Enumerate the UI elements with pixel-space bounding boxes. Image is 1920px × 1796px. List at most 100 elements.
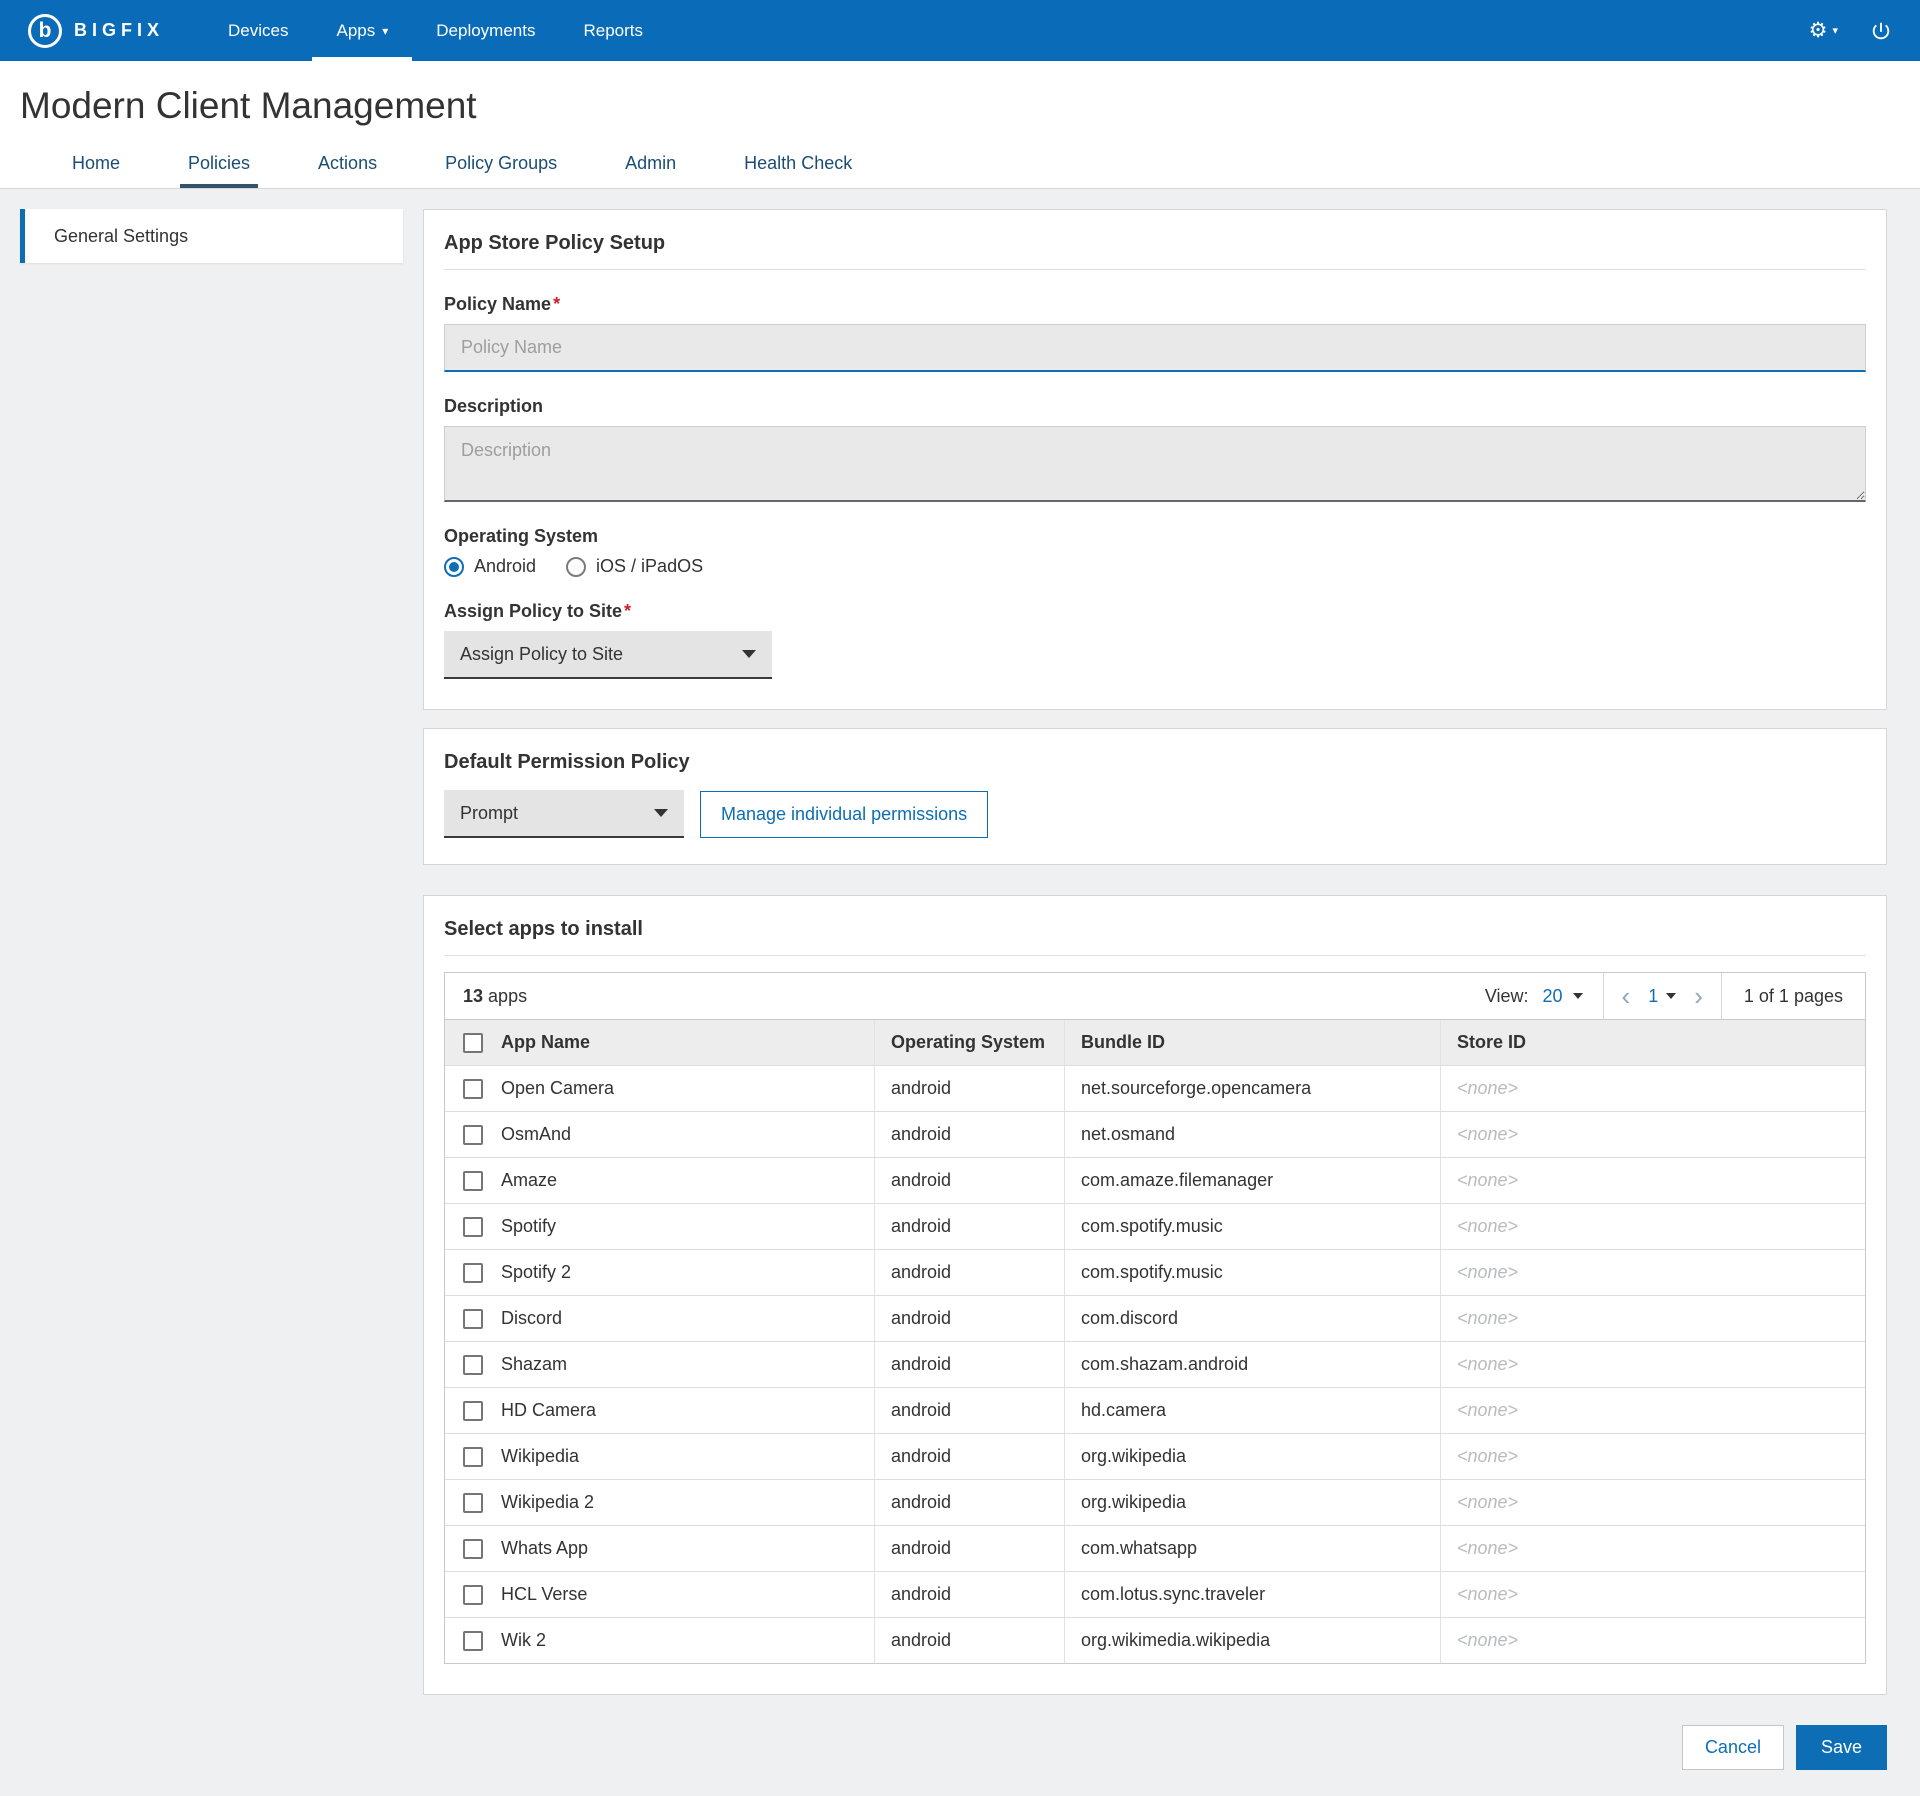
app-name-cell: Spotify	[501, 1216, 556, 1237]
table-row: Discord android com.discord <none>	[445, 1295, 1865, 1341]
prev-page-button[interactable]: ‹	[1604, 983, 1649, 1009]
permission-policy-dropdown[interactable]: Prompt	[444, 790, 684, 838]
app-name-cell: HCL Verse	[501, 1584, 587, 1605]
column-header-operating-system: Operating System	[874, 1020, 1064, 1065]
table-row: Shazam android com.shazam.android <none>	[445, 1341, 1865, 1387]
bundle-id-cell: com.whatsapp	[1064, 1526, 1440, 1571]
permission-policy-card: Default Permission Policy Prompt Manage …	[423, 728, 1887, 865]
operating-system-cell: android	[874, 1066, 1064, 1111]
store-id-cell: <none>	[1440, 1250, 1865, 1295]
app-name-cell: Wikipedia	[501, 1446, 579, 1467]
bundle-id-cell: com.discord	[1064, 1296, 1440, 1341]
radio-icon	[566, 557, 586, 577]
card-title: Select apps to install	[444, 918, 1866, 941]
os-radio-group: Android iOS / iPadOS	[444, 556, 1866, 577]
row-checkbox[interactable]	[463, 1585, 483, 1605]
row-checkbox[interactable]	[463, 1493, 483, 1513]
store-id-cell: <none>	[1440, 1618, 1865, 1663]
operating-system-cell: android	[874, 1204, 1064, 1249]
os-radio-option[interactable]: iOS / iPadOS	[566, 556, 703, 577]
store-id-cell: <none>	[1440, 1204, 1865, 1249]
required-asterisk: *	[553, 294, 560, 314]
bundle-id-cell: org.wikimedia.wikipedia	[1064, 1618, 1440, 1663]
cancel-button[interactable]: Cancel	[1682, 1725, 1784, 1770]
operating-system-cell: android	[874, 1250, 1064, 1295]
sidebar: General Settings	[20, 209, 403, 263]
header-nav-label: Apps	[336, 21, 375, 41]
operating-system-cell: android	[874, 1618, 1064, 1663]
chevron-down-icon	[742, 650, 756, 658]
header-nav-item[interactable]: Apps ▾	[312, 0, 412, 61]
apps-card: Select apps to install 13 apps View: 20	[423, 895, 1887, 1695]
bundle-id-cell: com.spotify.music	[1064, 1250, 1440, 1295]
select-all-checkbox[interactable]	[463, 1033, 483, 1053]
bundle-id-cell: net.osmand	[1064, 1112, 1440, 1157]
row-checkbox[interactable]	[463, 1309, 483, 1329]
page-select[interactable]: 1	[1648, 986, 1676, 1007]
brand-name: BIGFIX	[74, 20, 164, 41]
next-page-button[interactable]: ›	[1676, 983, 1721, 1009]
app-name-cell: OsmAnd	[501, 1124, 571, 1145]
tab[interactable]: Actions	[310, 139, 385, 188]
divider	[444, 955, 1866, 956]
top-band: Modern Client Management Home Policies Act…	[0, 61, 1920, 189]
app-name-cell: Open Camera	[501, 1078, 614, 1099]
chevron-down-icon	[1666, 993, 1676, 999]
bigfix-logo-icon[interactable]: b	[28, 14, 62, 48]
row-checkbox[interactable]	[463, 1125, 483, 1145]
assign-site-dropdown-value: Assign Policy to Site	[460, 644, 623, 665]
tab[interactable]: Policies	[180, 139, 258, 188]
operating-system-cell: android	[874, 1342, 1064, 1387]
tab[interactable]: Health Check	[736, 139, 860, 188]
tab[interactable]: Home	[64, 139, 128, 188]
row-checkbox[interactable]	[463, 1401, 483, 1421]
manage-permissions-button[interactable]: Manage individual permissions	[700, 791, 988, 838]
row-checkbox[interactable]	[463, 1079, 483, 1099]
main-column: App Store Policy Setup Policy Name* Desc…	[423, 209, 1887, 1776]
row-checkbox[interactable]	[463, 1355, 483, 1375]
pagination: View: 20 ‹ 1 › 1 of 1 pages	[1485, 973, 1865, 1019]
tab[interactable]: Admin	[617, 139, 684, 188]
store-id-cell: <none>	[1440, 1112, 1865, 1157]
header-nav-item[interactable]: Reports	[559, 0, 667, 61]
tab[interactable]: Policy Groups	[437, 139, 565, 188]
operating-system-label: Operating System	[444, 526, 1866, 547]
row-checkbox[interactable]	[463, 1217, 483, 1237]
header-nav-item[interactable]: Deployments	[412, 0, 559, 61]
store-id-cell: <none>	[1440, 1480, 1865, 1525]
table-row: HD Camera android hd.camera <none>	[445, 1387, 1865, 1433]
assign-site-dropdown[interactable]: Assign Policy to Site	[444, 631, 772, 679]
power-icon[interactable]	[1870, 20, 1892, 42]
app-name-cell: Discord	[501, 1308, 562, 1329]
page-size-select[interactable]: 20	[1543, 986, 1583, 1007]
os-radio-option[interactable]: Android	[444, 556, 536, 577]
save-button[interactable]: Save	[1796, 1725, 1887, 1770]
column-header-bundle-id: Bundle ID	[1064, 1020, 1440, 1065]
app-name-cell: Spotify 2	[501, 1262, 571, 1283]
sidebar-item[interactable]: General Settings	[20, 209, 403, 263]
card-title: App Store Policy Setup	[444, 232, 1866, 255]
table-row: Wikipedia 2 android org.wikipedia <none>	[445, 1479, 1865, 1525]
app-name-cell: Shazam	[501, 1354, 567, 1375]
divider	[444, 269, 1866, 270]
sidebar-item-label: General Settings	[54, 226, 188, 247]
operating-system-cell: android	[874, 1434, 1064, 1479]
row-checkbox[interactable]	[463, 1631, 483, 1651]
policy-name-input[interactable]	[444, 324, 1866, 372]
page-title: Modern Client Management	[0, 61, 1920, 139]
header-nav-label: Reports	[583, 21, 643, 41]
row-checkbox[interactable]	[463, 1171, 483, 1191]
store-id-cell: <none>	[1440, 1434, 1865, 1479]
table-body: Open Camera android net.sourceforge.open…	[445, 1065, 1865, 1663]
chevron-down-icon: ▾	[382, 24, 388, 38]
row-checkbox[interactable]	[463, 1447, 483, 1467]
row-checkbox[interactable]	[463, 1263, 483, 1283]
app-name-cell: Wik 2	[501, 1630, 546, 1651]
row-checkbox[interactable]	[463, 1539, 483, 1559]
table-header-row: App Name Operating System Bundle ID Stor…	[445, 1020, 1865, 1065]
header-nav-item[interactable]: Devices	[204, 0, 312, 61]
store-id-cell: <none>	[1440, 1158, 1865, 1203]
description-input[interactable]	[444, 426, 1866, 502]
table-row: OsmAnd android net.osmand <none>	[445, 1111, 1865, 1157]
settings-gear-icon[interactable]: ⚙ ▾	[1809, 18, 1838, 43]
